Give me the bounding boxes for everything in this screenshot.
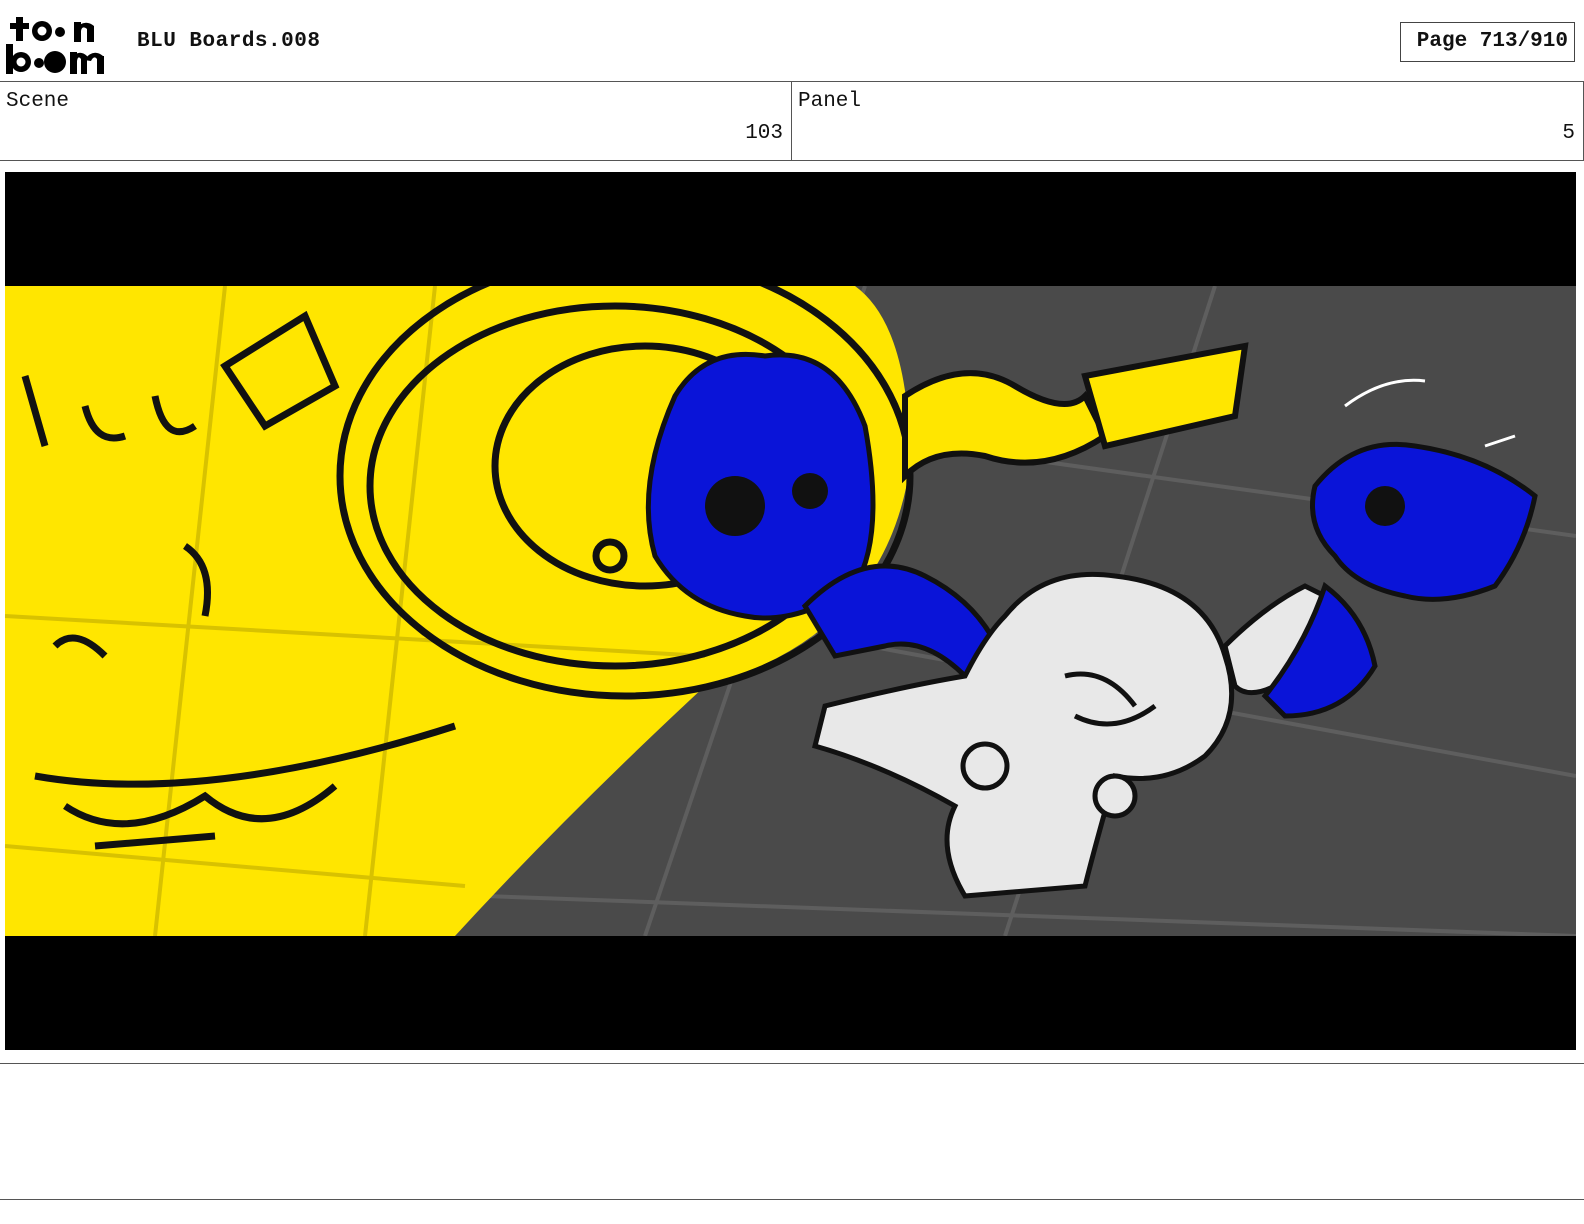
panel-label: Panel [798,90,862,113]
panel-drawing [5,286,1576,936]
scene-cell: Scene 103 [0,82,792,160]
scene-label: Scene [6,90,70,113]
panel-notes-area [0,1063,1584,1200]
panel-number: 5 [1562,122,1575,145]
storyboard-panel-image [5,172,1576,1050]
toonboom-logo [6,17,104,74]
page-indicator: Page 713/910 [1400,22,1575,62]
document-title: BLU Boards.008 [137,30,321,53]
scene-number: 103 [745,122,783,145]
info-row-divider [0,160,1584,161]
panel-cell: Panel 5 [792,82,1584,160]
